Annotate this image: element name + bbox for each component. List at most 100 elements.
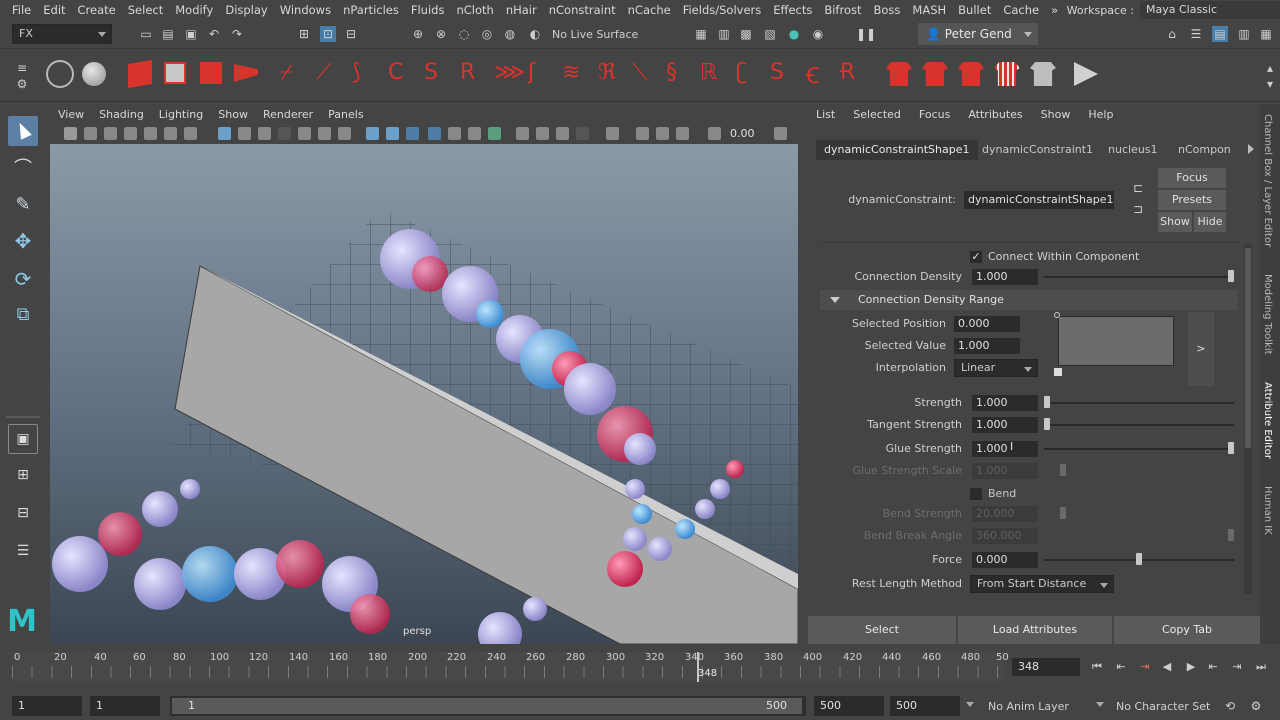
hypershade-icon[interactable]: ● [786,26,802,42]
cloth-rest-icon[interactable] [1030,62,1056,86]
shadows-icon[interactable] [468,127,481,140]
select-button[interactable]: Select [808,616,956,644]
motion-blur-icon[interactable] [516,127,529,140]
select-component-icon[interactable]: ⊟ [343,26,359,42]
select-object-icon[interactable]: ⊡ [320,26,336,42]
resolution-gate-icon[interactable] [258,127,271,140]
2d-pan-zoom-icon[interactable] [164,127,177,140]
playback-start-field[interactable]: 1 [90,696,160,716]
menu-effects[interactable]: Effects [767,3,818,17]
ae-scrollbar[interactable] [1244,244,1252,594]
menu-display[interactable]: Display [219,3,273,17]
select-hierarchy-icon[interactable]: ⊞ [296,26,312,42]
tab-ncomponent[interactable]: nCompon [1170,140,1239,160]
chevron-down-icon[interactable] [1096,702,1104,707]
animation-preferences-icon[interactable]: ⚙ [1248,698,1264,714]
connection-density-slider[interactable] [1044,276,1234,278]
image-plane-icon[interactable] [124,127,137,140]
menu-mash[interactable]: MASH [906,3,952,17]
play-forwards-icon[interactable]: ▶ [1184,660,1198,674]
tool-settings-icon[interactable]: ▥ [1236,26,1252,42]
menu-edit[interactable]: Edit [37,3,71,17]
menu-nhair[interactable]: nHair [500,3,543,17]
live-surface-label[interactable]: No Live Surface [552,28,638,41]
selected-position-field[interactable]: 0.000 [954,316,1020,332]
ramp-top-handle[interactable] [1054,312,1060,318]
menu-set-dropdown[interactable]: FX [12,24,112,44]
side-tab-human-ik[interactable]: Human IK [1262,486,1273,535]
ramp-expand-button[interactable]: > [1188,312,1214,386]
tab-scroll-right-icon[interactable] [1248,144,1254,154]
ramp-bottom-handle[interactable] [1054,368,1062,376]
outliner-layout-icon[interactable]: ☰ [8,536,38,566]
step-back-frame-icon[interactable]: ⇥ [1138,660,1152,674]
constraint-point-icon[interactable]: ⟋ [316,60,331,85]
shelf-tab-icon[interactable]: ≡ [14,60,30,76]
chevron-down-icon[interactable] [966,702,974,707]
attribute-editor-toggle-icon[interactable]: ▤ [1212,26,1228,42]
range-slider-handle[interactable] [172,698,802,714]
range-slider-track[interactable]: 1 500 [170,696,806,716]
tangent-strength-slider-thumb[interactable] [1044,418,1050,430]
viewport-menu-view[interactable]: View [50,108,91,121]
cloth-mesh-icon[interactable] [994,62,1020,86]
go-to-input-icon[interactable]: ⊏ [1130,180,1146,196]
menu-fields-solvers[interactable]: Fields/Solvers [677,3,768,17]
menu-windows[interactable]: Windows [274,3,337,17]
current-frame-field[interactable]: 348 [1012,658,1080,676]
connection-density-field[interactable]: 1.000 [972,269,1038,285]
exposure-field[interactable]: 0.00 [730,126,770,142]
channel-box-icon[interactable]: ▦ [1258,26,1274,42]
playback-icon[interactable]: ◉ [810,26,826,42]
constraint-tear-icon[interactable]: ℝ [700,60,717,85]
menu-select[interactable]: Select [122,3,169,17]
density-ramp-graph[interactable] [1058,316,1174,366]
connection-density-range-section[interactable]: Connection Density Range [820,290,1238,310]
constraint-snap-icon[interactable]: § [666,60,677,85]
ambient-occlusion-icon[interactable] [488,127,501,140]
depth-of-field-icon[interactable] [556,127,569,140]
snap-surface-icon[interactable]: ◍ [502,26,518,42]
grid-icon[interactable] [218,127,231,140]
hide-button[interactable]: Hide [1194,212,1226,232]
camera-gate-icon[interactable] [676,127,689,140]
scene-end-field[interactable]: 500 [890,696,960,716]
undo-icon[interactable]: ↶ [206,26,222,42]
tangent-strength-field[interactable]: 1.000 [972,417,1038,433]
constraint-s-icon[interactable]: S [424,60,438,85]
side-tab-modeling-toolkit[interactable]: Modeling Toolkit [1262,274,1273,355]
constraint-curl-icon[interactable]: ʃ [528,60,535,85]
menu-ncache[interactable]: nCache [622,3,677,17]
force-slider-thumb[interactable] [1136,553,1142,565]
show-button[interactable]: Show [1158,212,1192,232]
node-name-field[interactable]: dynamicConstraintShape1 [964,191,1114,209]
bookmarks-icon[interactable] [104,127,117,140]
workspace-icon[interactable]: ⌂ [1164,26,1180,42]
select-camera-icon[interactable] [64,127,77,140]
tab-dynamic-constraint-shape[interactable]: dynamicConstraintShape1 [816,140,978,160]
exposure-icon[interactable] [708,127,721,140]
wireframe-on-shaded-icon[interactable] [406,127,419,140]
play-backwards-icon[interactable]: ◀ [1160,660,1174,674]
menu-bifrost[interactable]: Bifrost [818,3,867,17]
move-tool-icon[interactable]: ✥ [8,226,38,256]
lasso-tool-icon[interactable]: ⌒ [8,154,38,184]
modeling-toolkit-icon[interactable]: ☰ [1188,26,1204,42]
constraint-hair-icon[interactable]: ⋙ [494,60,525,85]
viewport-menu-show[interactable]: Show [210,108,255,121]
passive-collider-icon[interactable] [164,62,186,84]
film-gate-icon[interactable] [238,127,251,140]
gamma-icon[interactable] [774,127,787,140]
paint-select-tool-icon[interactable]: ✎ [8,190,38,220]
shelf-settings-icon[interactable]: ⚙ [14,76,30,92]
connect-within-component-checkbox[interactable]: ✓ [970,251,982,263]
rotate-tool-icon[interactable]: ⟳ [8,264,38,294]
safe-title-icon[interactable] [338,127,351,140]
menu-file[interactable]: File [6,3,37,17]
two-view-layout-icon[interactable]: ⊟ [8,498,38,528]
step-forward-key-icon[interactable]: ⇥ [1230,660,1244,674]
bend-checkbox[interactable] [970,488,982,500]
xray-active-icon[interactable] [636,127,649,140]
use-lights-icon[interactable] [448,127,461,140]
play-interactive-icon[interactable] [1074,62,1098,86]
